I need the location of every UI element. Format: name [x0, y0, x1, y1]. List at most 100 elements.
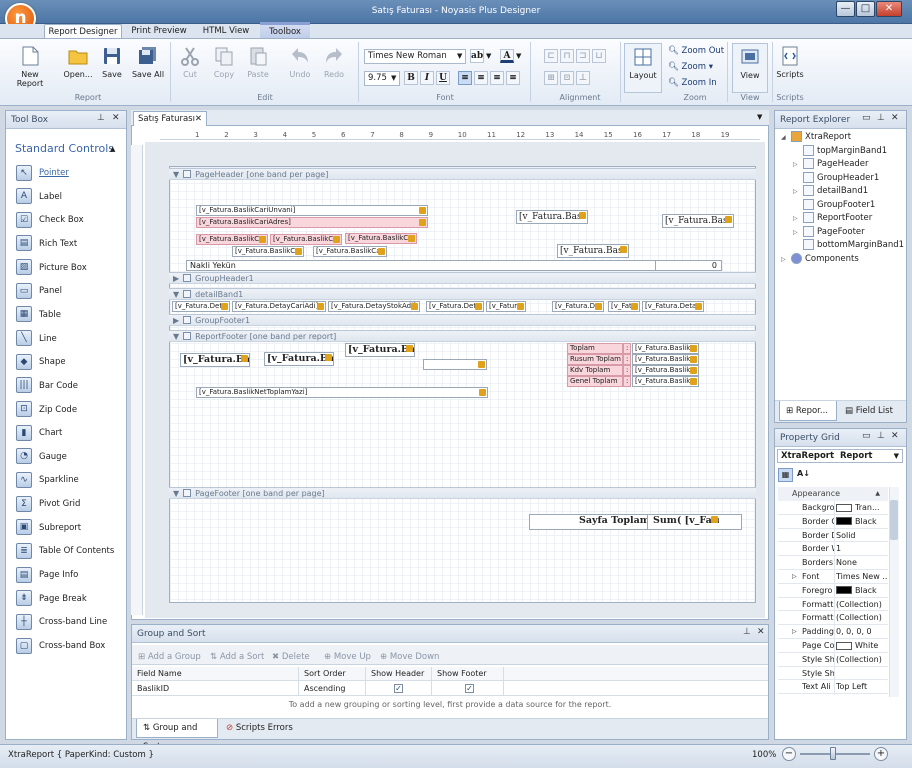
- smart-tag-icon[interactable]: [479, 389, 486, 396]
- toolbox-item-pointer[interactable]: ↖ Pointer: [16, 162, 69, 184]
- smart-tag-icon[interactable]: [419, 207, 426, 214]
- add-sort-button[interactable]: ⇅ Add a Sort: [210, 650, 264, 664]
- label-sayfa-toplami[interactable]: Sayfa Toplamı: [577, 515, 647, 529]
- smart-tag-icon[interactable]: [478, 361, 485, 368]
- pin-icon[interactable]: ⊥: [877, 431, 885, 441]
- zoom-in-button[interactable]: 🔍︎ Zoom In: [668, 76, 717, 90]
- smart-tag-icon[interactable]: [595, 303, 602, 310]
- toolbox-item-line[interactable]: ╲ Line: [16, 328, 57, 350]
- smart-tag-icon[interactable]: [690, 356, 697, 363]
- toolbox-item-check-box[interactable]: ☑ Check Box: [16, 209, 84, 231]
- smart-tag-icon[interactable]: [411, 303, 418, 310]
- category-appearance[interactable]: Appearance ▲: [778, 487, 888, 501]
- align-centers-icon[interactable]: ⊓: [560, 49, 574, 63]
- cell-sort-order[interactable]: Ascending: [300, 682, 345, 695]
- expand-icon[interactable]: ◢: [781, 131, 791, 145]
- align-center-button[interactable]: ≡: [474, 71, 488, 85]
- pin-icon[interactable]: ⊥: [877, 113, 885, 123]
- save-all-button[interactable]: Save All: [130, 43, 166, 89]
- smart-tag-icon[interactable]: [419, 219, 426, 226]
- tab-report-explorer[interactable]: ⊞ Repor...: [779, 401, 837, 421]
- toolbox-item-page-info[interactable]: ▤ Page Info: [16, 564, 78, 586]
- expand-icon[interactable]: ▷: [781, 253, 791, 267]
- smart-tag-icon[interactable]: [695, 303, 702, 310]
- field-toplam-value[interactable]: [v_Fatura.BaslikT: [632, 343, 699, 354]
- field-baslik-c1[interactable]: [v_Fatura.BaslikC: [196, 234, 268, 245]
- expand-icon[interactable]: ▷: [793, 185, 803, 199]
- table-row[interactable]: [132, 682, 768, 696]
- save-button[interactable]: Save: [94, 43, 130, 89]
- smart-tag-icon[interactable]: [408, 235, 415, 242]
- property-row[interactable]: ▷ Font Times New ...: [778, 570, 888, 584]
- label-kdv-toplam[interactable]: Kdv Toplam: [567, 365, 623, 376]
- property-row[interactable]: Border W1: [778, 542, 888, 557]
- paste-button[interactable]: Paste: [241, 43, 275, 89]
- smart-tag-icon[interactable]: [241, 355, 248, 362]
- justify-button[interactable]: ≡: [506, 71, 520, 85]
- show-header-checkbox[interactable]: ✓: [394, 684, 403, 694]
- property-value[interactable]: Tran...: [836, 501, 888, 514]
- smart-tag-icon[interactable]: [517, 303, 524, 310]
- property-row[interactable]: Borders None: [778, 556, 888, 570]
- smart-tag-icon[interactable]: [631, 303, 638, 310]
- toolbox-item-zip-code[interactable]: ⊡ Zip Code: [16, 399, 77, 421]
- smart-tag-icon[interactable]: [711, 516, 718, 523]
- field-detay-7[interactable]: [v_Fat: [608, 301, 640, 312]
- tree-node-components[interactable]: ▷ Components: [781, 252, 859, 267]
- document-tab[interactable]: Satış Faturası ✕: [133, 111, 207, 126]
- property-value[interactable]: (Collection): [836, 611, 888, 624]
- band-page-footer[interactable]: ▼ PageFooter [one band per page]: [169, 487, 756, 499]
- close-icon[interactable]: ✕: [112, 113, 120, 123]
- tab-menu-icon[interactable]: ▼: [757, 113, 762, 121]
- smart-tag-icon[interactable]: [690, 378, 697, 385]
- smart-tag-icon[interactable]: [620, 246, 627, 253]
- delete-button[interactable]: ✖ Delete: [272, 650, 310, 664]
- field-report-footer-3[interactable]: [v_Fatura.Ba: [345, 343, 415, 357]
- colon-label[interactable]: :: [623, 354, 631, 365]
- align-bottoms-icon[interactable]: ⊥: [576, 71, 590, 85]
- nakli-yekun-row[interactable]: Nakli Yekün 0: [186, 260, 722, 271]
- smart-tag-icon[interactable]: [406, 345, 413, 352]
- scrollbar-thumb[interactable]: [890, 500, 898, 540]
- smart-tag-icon[interactable]: [259, 236, 266, 243]
- smart-tag-icon[interactable]: [690, 345, 697, 352]
- smart-tag-icon[interactable]: [378, 248, 385, 255]
- property-value[interactable]: White: [836, 639, 888, 652]
- field-genel-value[interactable]: [v_Fatura.BaslikN: [632, 376, 699, 387]
- property-value[interactable]: (Collection): [836, 653, 888, 666]
- smart-tag-icon[interactable]: [690, 367, 697, 374]
- band-detail[interactable]: ▼ detailBand1: [169, 288, 756, 300]
- field-report-footer-empty[interactable]: [423, 359, 487, 370]
- tab-print-preview[interactable]: Print Preview: [126, 24, 192, 39]
- zoom-slider-thumb[interactable]: [830, 747, 836, 760]
- show-footer-checkbox[interactable]: ✓: [465, 684, 474, 694]
- toolbox-section-title[interactable]: Standard Controls: [15, 142, 114, 155]
- zoom-minus-button[interactable]: −: [782, 747, 796, 761]
- property-row[interactable]: Text Ali Top Left: [778, 680, 888, 695]
- property-row[interactable]: Foregro Black: [778, 584, 888, 598]
- toolbox-item-shape[interactable]: ◆ Shape: [16, 351, 66, 373]
- background-color-icon[interactable]: ab: [470, 49, 484, 63]
- property-value[interactable]: 1: [836, 542, 888, 555]
- scripts-button[interactable]: Scripts: [774, 43, 806, 89]
- open-button[interactable]: Open...: [58, 43, 98, 89]
- tree-node-pagefooter[interactable]: ▷ PageFooter: [793, 225, 865, 240]
- field-kdv-value[interactable]: [v_Fatura.BaslikK: [632, 365, 699, 376]
- label-rusum-toplam[interactable]: Rusum Toplam: [567, 354, 623, 365]
- property-value[interactable]: (Collection): [836, 598, 888, 611]
- smart-tag-icon[interactable]: [317, 303, 324, 310]
- field-cari-unvani[interactable]: [v_Fatura.BaslikCariUnvani]: [196, 205, 428, 216]
- toolbox-item-sparkline[interactable]: ∿ Sparkline: [16, 469, 79, 491]
- band-group-header[interactable]: ▶ GroupHeader1: [169, 272, 756, 284]
- property-value[interactable]: Solid: [836, 529, 888, 542]
- field-baslik-c4[interactable]: [v_Fatura.BaslikC: [232, 246, 304, 257]
- zoom-plus-button[interactable]: +: [874, 747, 888, 761]
- property-value[interactable]: Black: [836, 584, 888, 597]
- band-report-footer[interactable]: ▼ ReportFooter [one band per report]: [169, 330, 756, 342]
- band-group-footer[interactable]: ▶ GroupFooter1: [169, 314, 756, 326]
- property-value[interactable]: None: [836, 556, 888, 569]
- size-to-grid-icon[interactable]: ⊡: [560, 71, 574, 85]
- toolbox-item-rich-text[interactable]: ▤ Rich Text: [16, 233, 77, 255]
- property-row[interactable]: Border D Solid: [778, 529, 888, 543]
- toolbox-item-bar-code[interactable]: ||| Bar Code: [16, 375, 78, 397]
